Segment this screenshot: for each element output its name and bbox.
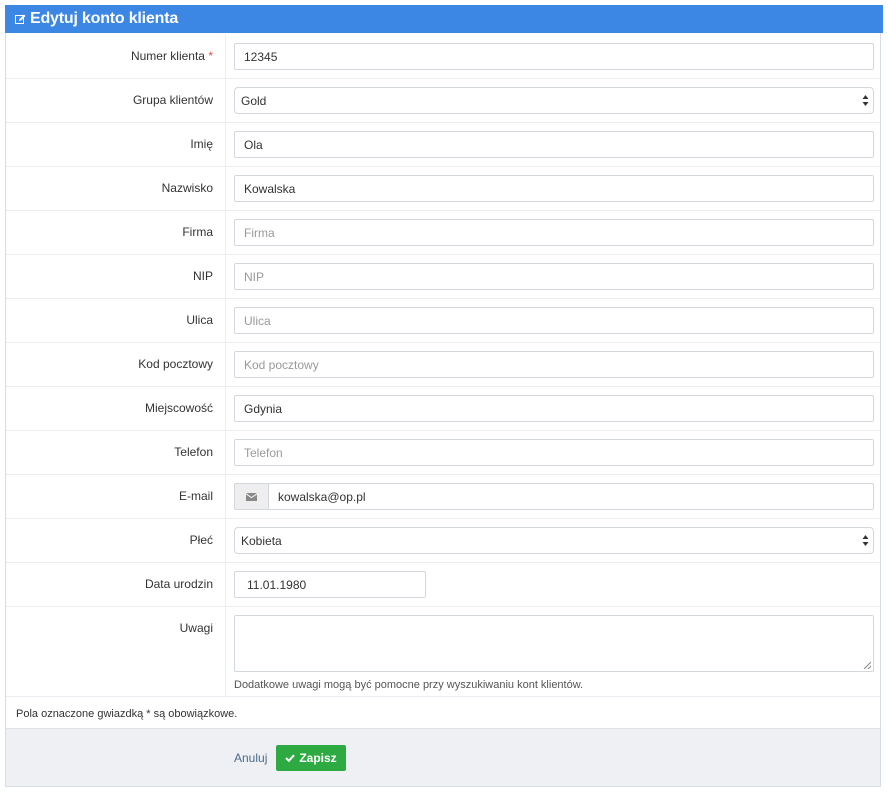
phone-label: Telefon (6, 431, 226, 474)
customer-group-select[interactable]: Gold (234, 87, 874, 114)
row-first-name: Imię Ola (6, 123, 880, 167)
street-label: Ulica (6, 299, 226, 342)
gender-label: Płeć (6, 519, 226, 562)
gender-value: Kobieta (241, 533, 282, 548)
form-footer: Anuluj Zapisz (6, 728, 880, 786)
row-street: Ulica Ulica (6, 299, 880, 343)
customer-number-label: Numer klienta * (6, 35, 226, 78)
email-input[interactable]: kowalska@op.pl (268, 483, 874, 510)
nip-label: NIP (6, 255, 226, 298)
row-notes: Uwagi Dodatkowe uwagi mogą być pomocne p… (6, 607, 880, 697)
email-addon (234, 483, 268, 510)
first-name-input[interactable]: Ola (234, 131, 874, 158)
row-birth-date: Data urodzin 11.01.1980 (6, 563, 880, 607)
customer-group-value: Gold (241, 93, 267, 108)
email-input-group: kowalska@op.pl (234, 483, 874, 510)
row-phone: Telefon Telefon (6, 431, 880, 475)
required-asterisk: * (208, 49, 213, 63)
phone-input[interactable]: Telefon (234, 439, 874, 466)
row-customer-number: Numer klienta * 12345 (6, 35, 880, 79)
panel-heading: Edytuj konto klienta (5, 5, 883, 33)
customer-number-input[interactable]: 12345 (234, 43, 874, 70)
gender-select[interactable]: Kobieta (234, 527, 874, 554)
row-last-name: Nazwisko Kowalska (6, 167, 880, 211)
nip-input[interactable]: NIP (234, 263, 874, 290)
birth-date-input[interactable]: 11.01.1980 (234, 571, 426, 598)
row-gender: Płeć Kobieta (6, 519, 880, 563)
required-fields-note: Pola oznaczone gwiazdką * są obowiązkowe… (16, 708, 238, 720)
city-input[interactable]: Gdynia (234, 395, 874, 422)
select-arrows-icon (862, 95, 869, 106)
email-label: E-mail (6, 475, 226, 518)
last-name-label: Nazwisko (6, 167, 226, 210)
edit-icon (15, 14, 26, 24)
row-nip: NIP NIP (6, 255, 880, 299)
resize-handle-icon[interactable] (863, 661, 871, 669)
first-name-label: Imię (6, 123, 226, 166)
birth-date-label: Data urodzin (6, 563, 226, 606)
row-city: Miejscowość Gdynia (6, 387, 880, 431)
last-name-input[interactable]: Kowalska (234, 175, 874, 202)
save-button-label: Zapisz (299, 751, 337, 765)
row-postal-code: Kod pocztowy Kod pocztowy (6, 343, 880, 387)
customer-group-label: Grupa klientów (6, 79, 226, 122)
check-icon (285, 754, 296, 762)
cancel-link[interactable]: Anuluj (234, 751, 267, 765)
edit-customer-panel: Edytuj konto klienta Numer klienta * 123… (5, 5, 883, 787)
row-company: Firma Firma (6, 211, 880, 255)
save-button[interactable]: Zapisz (276, 745, 346, 771)
select-arrows-icon (862, 535, 869, 546)
postal-code-input[interactable]: Kod pocztowy (234, 351, 874, 378)
street-input[interactable]: Ulica (234, 307, 874, 334)
page-title: Edytuj konto klienta (30, 10, 179, 27)
notes-help-text: Dodatkowe uwagi mogą być pomocne przy wy… (234, 679, 584, 691)
company-input[interactable]: Firma (234, 219, 874, 246)
row-email: E-mail kowalska@op.pl (6, 475, 880, 519)
row-customer-group: Grupa klientów Gold (6, 79, 880, 123)
envelope-icon (246, 492, 257, 501)
notes-textarea[interactable] (234, 615, 874, 672)
postal-code-label: Kod pocztowy (6, 343, 226, 386)
city-label: Miejscowość (6, 387, 226, 430)
notes-label: Uwagi (6, 607, 226, 696)
company-label: Firma (6, 211, 226, 254)
